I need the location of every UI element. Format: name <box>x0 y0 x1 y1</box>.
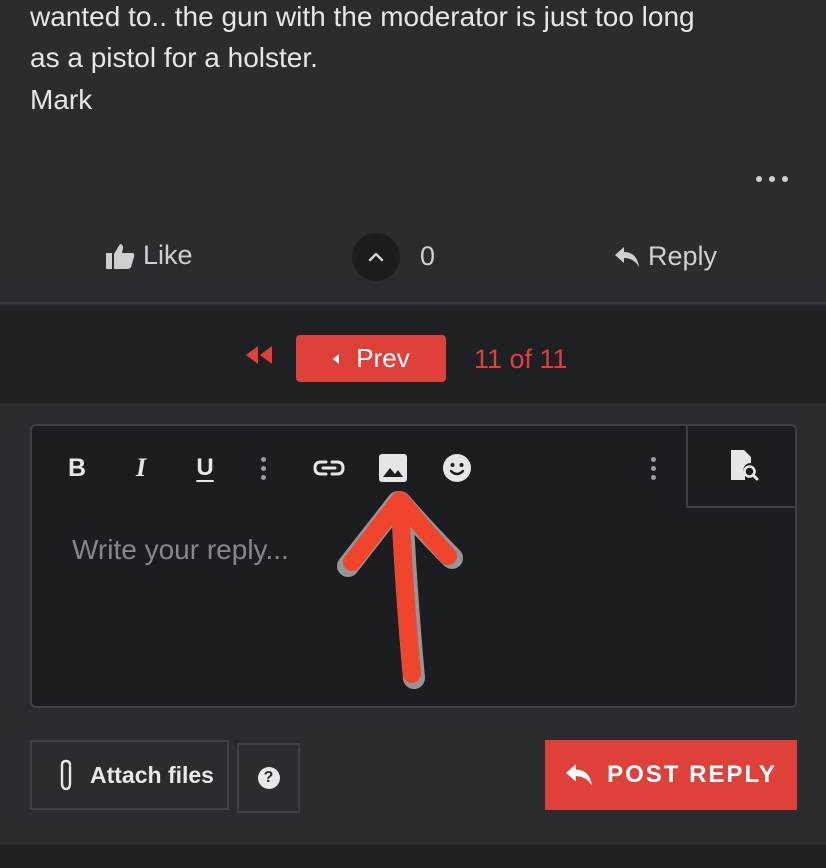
post-text-line: wanted to.. the gun with the moderator i… <box>30 1 695 32</box>
thumbs-up-icon <box>106 243 135 269</box>
double-chevron-left-icon[interactable] <box>244 344 274 366</box>
ellipsis-icon[interactable] <box>748 164 796 194</box>
help-button[interactable]: ? <box>237 743 300 813</box>
reply-arrow-icon <box>566 764 593 786</box>
post: wanted to.. the gun with the moderator i… <box>0 0 826 304</box>
underline-button[interactable]: U <box>185 448 225 488</box>
attach-files-button[interactable]: Attach files <box>30 740 229 810</box>
attach-files-label: Attach files <box>90 761 214 788</box>
like-button[interactable]: Like <box>105 240 193 271</box>
document-search-icon <box>730 450 758 481</box>
insert-image-button[interactable] <box>373 448 413 488</box>
vertical-ellipsis-icon <box>260 456 266 480</box>
reply-label: Reply <box>648 241 718 271</box>
post-text-line: as a pistol for a holster. <box>30 42 318 73</box>
paperclip-icon <box>60 759 72 791</box>
insert-link-button[interactable] <box>309 448 349 488</box>
post-actions: Like 0 Reply <box>0 226 826 290</box>
image-icon <box>379 454 407 482</box>
insert-emoji-button[interactable] <box>437 448 477 488</box>
chevron-up-icon <box>368 252 384 262</box>
question-circle-icon: ? <box>257 767 280 789</box>
caret-left-icon <box>333 353 340 364</box>
upvote-button[interactable] <box>352 233 400 281</box>
reply-arrow-icon <box>615 246 639 267</box>
bottom-strip <box>0 845 826 868</box>
more-toolbar-button[interactable] <box>633 448 673 488</box>
link-icon <box>313 460 345 476</box>
reply-textarea[interactable]: Write your reply... <box>72 534 289 566</box>
post-reply-button[interactable]: POST REPLY <box>545 740 797 810</box>
vertical-ellipsis-icon <box>650 456 656 480</box>
prev-label: Prev <box>356 343 410 373</box>
page-indicator: 11 of 11 <box>474 344 568 374</box>
editor-toolbar: B I U <box>32 426 687 508</box>
preview-button[interactable] <box>686 424 797 508</box>
pagination: Prev 11 of 11 <box>0 306 826 403</box>
smiley-icon <box>443 454 471 482</box>
post-author-signature: Mark <box>30 84 93 115</box>
prev-page-button[interactable]: Prev <box>296 335 446 382</box>
bold-button[interactable]: B <box>57 448 97 488</box>
italic-button[interactable]: I <box>121 448 161 488</box>
like-label: Like <box>143 240 193 270</box>
vote-count: 0 <box>420 241 436 271</box>
post-reply-label: POST REPLY <box>607 761 777 788</box>
reply-button[interactable]: Reply <box>614 241 717 272</box>
reply-editor: B I U Write your reply... <box>30 424 797 708</box>
more-formatting-button[interactable] <box>243 448 283 488</box>
